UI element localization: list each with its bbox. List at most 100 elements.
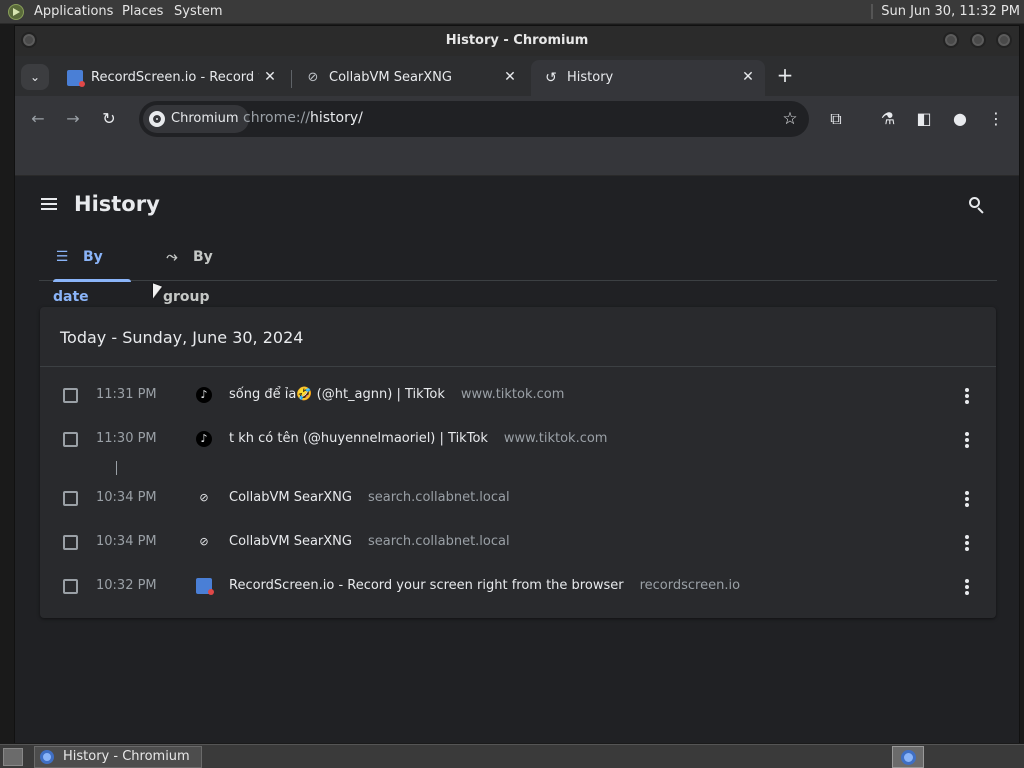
recordscreen-favicon-icon [196,578,214,595]
chip-label: Chromium [171,111,239,126]
close-tab-icon[interactable]: ✕ [261,68,279,86]
taskbar-window-chromium[interactable]: History - Chromium [34,746,202,768]
history-entry[interactable]: 10:34 PM ⊘ CollabVM SearXNG search.collab… [40,477,996,521]
url-scheme: chrome:// [243,110,310,126]
chromium-icon [40,750,54,764]
entry-time: 10:34 PM [96,534,157,549]
url-host: history [310,110,359,126]
menu-system[interactable]: System [174,4,222,19]
avatar-icon: ● [953,109,967,128]
close-window-icon[interactable] [996,32,1012,48]
entry-domain: www.tiktok.com [503,431,608,446]
entry-title[interactable]: CollabVM SearXNG search.collabnet.local [229,490,510,505]
site-info-chip[interactable]: Chromium [143,105,249,133]
history-entry[interactable]: 10:34 PM ⊘ CollabVM SearXNG search.collab… [40,521,996,565]
tab-strip: ⌄ RecordScreen.io - Record you ✕ ⊘ Colla… [15,56,1019,96]
entry-more-icon[interactable] [958,430,976,450]
extensions-button[interactable]: ⧉ [823,106,849,132]
panel-clock[interactable]: Sun Jun 30, 11:32 PM [871,4,1020,19]
puzzle-icon: ⧉ [830,109,842,128]
entry-checkbox[interactable] [63,388,78,403]
search-icon[interactable] [967,195,987,215]
kebab-menu-icon: ⋮ [988,109,1004,128]
tab-search-button[interactable]: ⌄ [21,64,49,90]
tiktok-favicon-icon: ♪ [196,431,212,447]
distro-logo-icon[interactable] [8,4,24,20]
entry-more-icon[interactable] [958,577,976,597]
top-panel: Applications Places System Sun Jun 30, 1… [0,0,1024,24]
recordscreen-favicon-icon [67,70,85,87]
forward-button[interactable]: → [60,106,86,132]
address-bar[interactable]: Chromium chrome://history/ ☆ [139,101,809,137]
close-tab-icon[interactable]: ✕ [501,68,519,86]
entry-more-icon[interactable] [958,386,976,406]
entry-time: 11:31 PM [96,387,157,402]
tab-recordscreen[interactable]: RecordScreen.io - Record you ✕ [55,60,287,96]
history-entry[interactable]: 11:31 PM ♪ sống để ỉa🤣 (@ht_agnn) | TikT… [40,374,996,418]
entry-title-text: CollabVM SearXNG [229,490,352,505]
entry-title[interactable]: sống để ỉa🤣 (@ht_agnn) | TikTok www.tikto… [229,387,564,402]
new-tab-button[interactable]: + [773,64,797,88]
bookmark-star-icon[interactable]: ☆ [777,106,803,132]
entry-title[interactable]: CollabVM SearXNG search.collabnet.local [229,534,510,549]
entry-title-text: sống để ỉa🤣 (@ht_agnn) | TikTok [229,387,445,402]
maximize-icon[interactable] [970,32,986,48]
toolbar: ← → ↻ Chromium chrome://history/ ☆ ⧉ ⚗ ◧… [15,96,1019,176]
history-entry[interactable]: 11:30 PM ♪ t kh có tên (@huyennelmaoriel… [40,418,996,462]
mouse-pointer-icon [153,283,162,302]
menu-button[interactable]: ⋮ [983,106,1009,132]
close-tab-icon[interactable]: ✕ [739,68,757,86]
labs-button[interactable]: ⚗ [875,106,901,132]
show-desktop-icon[interactable] [3,748,23,766]
history-icon: ↺ [545,70,557,86]
reload-icon: ↻ [102,109,116,128]
tray-chromium[interactable] [892,746,924,768]
arrow-right-icon: → [66,109,80,128]
entry-checkbox[interactable] [63,579,78,594]
flask-icon: ⚗ [880,109,896,128]
entry-title[interactable]: RecordScreen.io - Record your screen rig… [229,578,740,593]
tab-by-date[interactable]: ☰ By date [53,237,131,305]
chevron-down-icon: ⌄ [29,70,41,84]
window-titlebar[interactable]: History - Chromium [15,26,1019,56]
minimize-icon[interactable] [943,32,959,48]
hamburger-menu-icon[interactable] [39,196,59,212]
entry-title[interactable]: t kh có tên (@huyennelmaoriel) | TikTok w… [229,431,607,446]
entry-checkbox[interactable] [63,535,78,550]
searxng-favicon-icon: ⊘ [199,491,209,504]
entry-more-icon[interactable] [958,533,976,553]
menu-applications[interactable]: Applications [34,4,113,19]
chromium-tray-icon [901,750,916,765]
url-text[interactable]: chrome://history/ [243,110,363,126]
entry-more-icon[interactable] [958,489,976,509]
searxng-favicon-icon: ⊘ [307,70,319,85]
group-icon: ⤳ [166,249,178,265]
taskbar: History - Chromium [0,744,1024,768]
history-page: History ☰ By date ⤳ By group Today - Sunda… [15,177,1019,743]
tab-separator [291,70,292,88]
entry-checkbox[interactable] [63,491,78,506]
history-entry[interactable]: 10:32 PM RecordScreen.io - Record your s… [40,565,996,609]
tab-searxng[interactable]: ⊘ CollabVM SearXNG ✕ [293,60,527,96]
reload-button[interactable]: ↻ [96,106,122,132]
tab-title: RecordScreen.io - Record you [91,70,259,85]
entry-checkbox[interactable] [63,432,78,447]
browser-window: History - Chromium ⌄ RecordScreen.io - R… [14,25,1020,743]
tab-by-group[interactable]: ⤳ By group [163,237,263,305]
entry-domain: recordscreen.io [639,578,741,593]
tiktok-favicon-icon: ♪ [196,387,212,403]
side-panel-icon: ◧ [916,109,932,128]
tab-history[interactable]: ↺ History ✕ [531,60,765,96]
entry-time: 10:34 PM [96,490,157,505]
profile-button[interactable]: ● [947,106,973,132]
history-view-tabs: ☰ By date ⤳ By group [39,237,997,305]
side-panel-button[interactable]: ◧ [911,106,937,132]
menu-places[interactable]: Places [122,4,163,19]
tab-title: History [567,70,614,85]
entry-domain: www.tiktok.com [460,387,565,402]
entry-time: 10:32 PM [96,578,157,593]
chromium-icon [149,111,165,127]
url-suffix: / [358,110,363,126]
back-button[interactable]: ← [25,106,51,132]
entry-time: 11:30 PM [96,431,157,446]
